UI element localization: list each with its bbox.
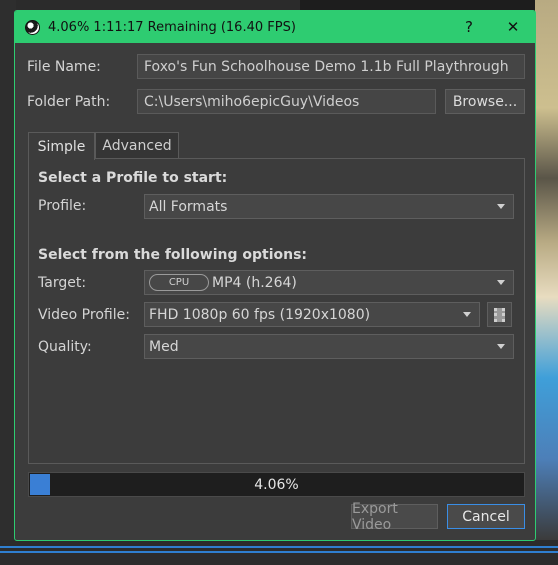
close-button[interactable]: ✕ xyxy=(491,11,535,43)
chevron-down-icon xyxy=(497,204,505,209)
background-timeline-track xyxy=(0,551,558,553)
target-label: Target: xyxy=(38,275,87,291)
profile-label: Profile: xyxy=(38,198,87,214)
profile-heading: Select a Profile to start: xyxy=(38,170,228,186)
chevron-down-icon xyxy=(463,312,471,317)
film-icon xyxy=(494,307,505,322)
app-logo-icon xyxy=(25,19,40,35)
tab-simple[interactable]: Simple xyxy=(28,132,95,160)
simple-tab-panel: Select a Profile to start: Profile: All … xyxy=(28,158,525,464)
cpu-badge: CPU xyxy=(149,274,209,291)
profile-select-value: All Formats xyxy=(149,198,228,215)
video-profile-select-value: FHD 1080p 60 fps (1920x1080) xyxy=(149,306,371,323)
progress-percent-text: 4.06% xyxy=(254,476,299,493)
quality-select-value: Med xyxy=(149,338,179,355)
folder-path-input[interactable]: C:\Users\miho6epicGuy\Videos xyxy=(137,89,436,114)
quality-select[interactable]: Med xyxy=(144,334,514,359)
options-heading: Select from the following options: xyxy=(38,247,308,263)
video-profile-details-button[interactable] xyxy=(487,302,512,327)
title-bar[interactable]: 4.06% 1:11:17 Remaining (16.40 FPS) ? ✕ xyxy=(15,11,535,43)
profile-select[interactable]: All Formats xyxy=(144,194,514,219)
browse-button[interactable]: Browse... xyxy=(445,89,525,114)
folder-path-value: C:\Users\miho6epicGuy\Videos xyxy=(144,93,360,110)
video-profile-label: Video Profile: xyxy=(38,307,130,323)
background-game-scene xyxy=(535,0,558,540)
folder-path-label: Folder Path: xyxy=(27,94,111,110)
cancel-button[interactable]: Cancel xyxy=(447,504,525,529)
export-dialog: 4.06% 1:11:17 Remaining (16.40 FPS) ? ✕ … xyxy=(14,10,536,541)
window-title: 4.06% 1:11:17 Remaining (16.40 FPS) xyxy=(48,19,296,35)
video-profile-select[interactable]: FHD 1080p 60 fps (1920x1080) xyxy=(144,302,480,327)
chevron-down-icon xyxy=(497,280,505,285)
chevron-down-icon xyxy=(497,344,505,349)
tab-advanced[interactable]: Advanced xyxy=(95,132,179,159)
background-timeline-track xyxy=(0,546,558,548)
export-progress-bar: 4.06% xyxy=(28,472,525,497)
target-select[interactable]: CPU MP4 (h.264) xyxy=(144,270,514,295)
export-video-button[interactable]: Export Video xyxy=(351,501,438,533)
file-name-label: File Name: xyxy=(27,59,101,75)
file-name-input[interactable]: Foxo's Fun Schoolhouse Demo 1.1b Full Pl… xyxy=(137,54,525,79)
help-button[interactable]: ? xyxy=(447,11,491,43)
file-name-value: Foxo's Fun Schoolhouse Demo 1.1b Full Pl… xyxy=(144,58,509,75)
quality-label: Quality: xyxy=(38,339,92,355)
target-select-value: MP4 (h.264) xyxy=(212,274,297,291)
